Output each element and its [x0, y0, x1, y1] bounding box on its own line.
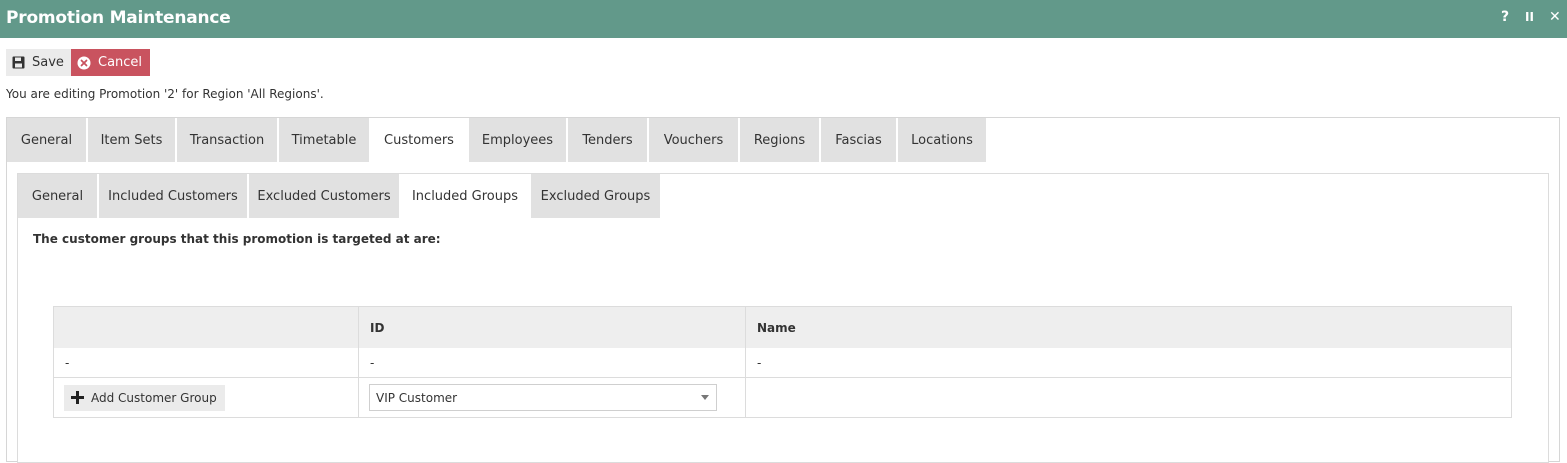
window-title: Promotion Maintenance — [6, 8, 231, 28]
column-header-name[interactable]: Name — [746, 307, 1511, 348]
column-header-actions — [54, 307, 359, 348]
selected-group-value: VIP Customer — [376, 390, 458, 405]
cancel-button[interactable]: Cancel — [71, 49, 151, 76]
customer-groups-grid: ID Name - - - Add Customer Group VIP Cus… — [53, 306, 1512, 418]
help-icon[interactable]: ? — [1501, 9, 1509, 25]
save-button[interactable]: Save — [6, 49, 72, 76]
customer-group-select[interactable]: VIP Customer — [369, 384, 717, 411]
tab-transaction[interactable]: Transaction — [177, 118, 279, 162]
customer-tabs: General Included Customers Excluded Cust… — [18, 174, 662, 218]
add-customer-group-button[interactable]: Add Customer Group — [64, 384, 225, 411]
table-cell: - — [757, 355, 762, 370]
tab-item-sets[interactable]: Item Sets — [88, 118, 177, 162]
column-header-id[interactable]: ID — [359, 307, 746, 348]
cancel-circle-icon — [77, 56, 91, 69]
section-heading: The customer groups that this promotion … — [33, 232, 441, 246]
subtab-excluded-groups[interactable]: Excluded Groups — [531, 174, 662, 218]
add-cell: Add Customer Group — [54, 378, 359, 417]
subtab-included-customers[interactable]: Included Customers — [99, 174, 249, 218]
promotion-tabs: General Item Sets Transaction Timetable … — [7, 118, 988, 162]
select-cell: VIP Customer — [359, 378, 746, 417]
tab-customers[interactable]: Customers — [371, 118, 469, 162]
tab-tenders[interactable]: Tenders — [568, 118, 649, 162]
subtab-excluded-customers[interactable]: Excluded Customers — [249, 174, 401, 218]
table-cell: - — [54, 348, 359, 377]
table-cell: - — [359, 348, 746, 377]
close-icon[interactable]: ✕ — [1549, 9, 1561, 25]
tab-general[interactable]: General — [7, 118, 88, 162]
tab-timetable[interactable]: Timetable — [279, 118, 371, 162]
title-bar: Promotion Maintenance ? II ✕ — [0, 0, 1567, 38]
tab-vouchers[interactable]: Vouchers — [649, 118, 740, 162]
tab-employees[interactable]: Employees — [469, 118, 568, 162]
editing-info: You are editing Promotion '2' for Region… — [6, 87, 324, 101]
add-row: Add Customer Group VIP Customer — [54, 378, 1511, 417]
empty-cell — [746, 378, 1511, 417]
subtab-general[interactable]: General — [18, 174, 99, 218]
tab-regions[interactable]: Regions — [740, 118, 821, 162]
table-row: - - - — [54, 348, 1511, 378]
plus-icon — [71, 391, 84, 404]
chevron-down-icon — [701, 395, 709, 400]
add-customer-group-label: Add Customer Group — [91, 390, 217, 405]
grid-header: ID Name — [54, 307, 1511, 348]
tab-fascias[interactable]: Fascias — [821, 118, 898, 162]
cancel-label: Cancel — [98, 55, 143, 70]
pause-icon[interactable]: II — [1525, 10, 1534, 24]
subtab-included-groups[interactable]: Included Groups — [401, 174, 531, 218]
save-label: Save — [32, 55, 64, 70]
floppy-disk-icon — [12, 56, 25, 69]
tab-locations[interactable]: Locations — [898, 118, 988, 162]
